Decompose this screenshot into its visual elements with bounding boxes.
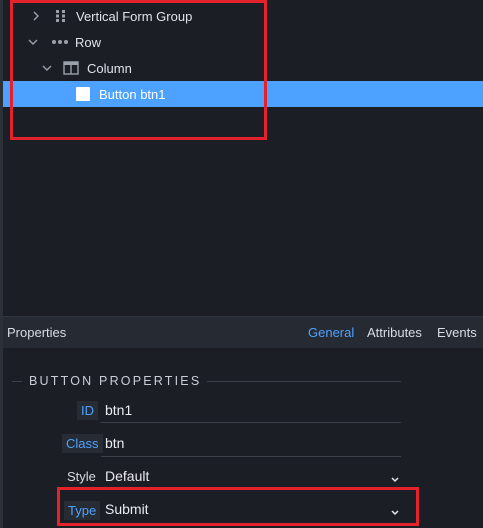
chevron-right-icon[interactable] xyxy=(30,10,42,22)
tree-item-vertical-form-group[interactable]: Vertical Form Group xyxy=(3,3,483,29)
id-field[interactable]: btn1 xyxy=(105,402,132,418)
section-title: BUTTON PROPERTIES xyxy=(29,374,202,388)
properties-header: Properties General Attributes Events xyxy=(3,316,483,348)
column-layout-icon xyxy=(63,61,79,75)
section-divider-right xyxy=(207,381,401,382)
style-label: Style xyxy=(67,469,96,484)
grid-dots-icon xyxy=(54,9,68,23)
style-select[interactable]: Default xyxy=(105,468,149,484)
class-label: Class xyxy=(62,434,103,453)
horizontal-dots-icon xyxy=(51,35,69,49)
tree-item-label: Vertical Form Group xyxy=(76,8,193,24)
tree-item-column[interactable]: Column xyxy=(3,55,483,81)
component-tree: Vertical Form Group Row Column Button bt… xyxy=(3,0,483,316)
id-field-underline xyxy=(101,422,401,423)
style-select-underline xyxy=(101,489,401,490)
class-field[interactable]: btn xyxy=(105,435,124,451)
type-label: Type xyxy=(64,501,101,520)
chevron-down-icon[interactable] xyxy=(389,505,401,517)
tree-item-button-btn1[interactable]: Button btn1 xyxy=(3,81,483,107)
class-field-underline xyxy=(101,456,401,457)
tab-events[interactable]: Events xyxy=(437,325,477,340)
tree-item-label: Button btn1 xyxy=(99,86,166,102)
tab-general[interactable]: General xyxy=(308,325,354,340)
type-select[interactable]: Submit xyxy=(105,501,149,517)
chevron-down-icon[interactable] xyxy=(41,62,53,74)
tree-item-label: Column xyxy=(87,60,132,76)
chevron-down-icon[interactable] xyxy=(389,472,401,484)
id-label: ID xyxy=(77,401,98,420)
tree-item-row[interactable]: Row xyxy=(3,29,483,55)
tab-attributes[interactable]: Attributes xyxy=(367,325,422,340)
chevron-down-icon[interactable] xyxy=(27,36,39,48)
properties-title: Properties xyxy=(7,325,67,340)
section-divider-left xyxy=(12,381,22,382)
button-square-icon xyxy=(76,87,90,101)
tree-item-label: Row xyxy=(75,34,102,50)
